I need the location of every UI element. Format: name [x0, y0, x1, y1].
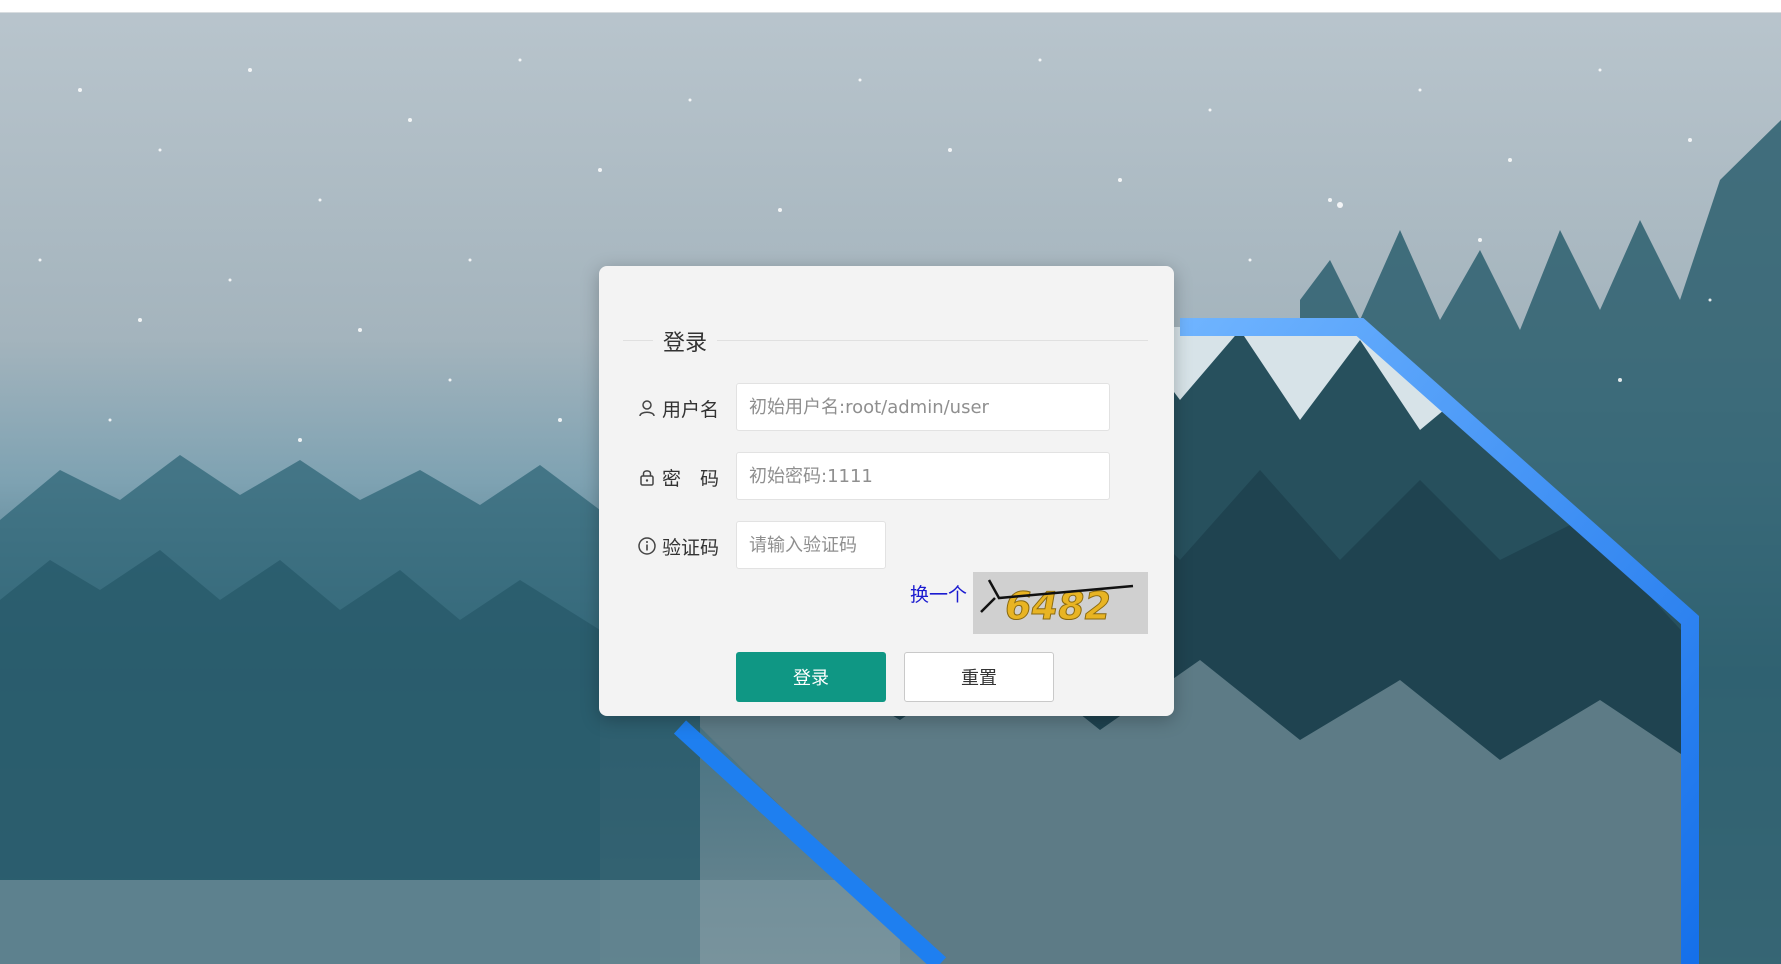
lock-icon — [637, 467, 657, 487]
captcha-row: 验证码 — [629, 521, 1149, 571]
password-label: 密 码 — [661, 467, 719, 490]
username-label-group: 用户名 — [629, 383, 719, 433]
captcha-label: 验证码 — [661, 536, 719, 559]
username-input[interactable] — [736, 383, 1110, 431]
captcha-input[interactable] — [736, 521, 886, 569]
login-page: 登录 用户名 密 码 — [0, 0, 1781, 964]
form-legend: 登录 — [623, 325, 1148, 357]
captcha-refresh-link[interactable]: 换一个 — [910, 580, 967, 607]
password-input[interactable] — [736, 452, 1110, 500]
user-icon — [637, 398, 657, 418]
login-panel: 登录 用户名 密 码 — [599, 266, 1174, 716]
captcha-text: 6482 — [1001, 584, 1115, 629]
form-title: 登录 — [653, 325, 718, 357]
username-row: 用户名 — [629, 383, 1149, 433]
captcha-label-group: 验证码 — [629, 521, 719, 571]
login-button[interactable]: 登录 — [736, 652, 886, 702]
reset-button[interactable]: 重置 — [904, 652, 1054, 702]
browser-top-strip — [0, 0, 1781, 13]
username-label: 用户名 — [661, 398, 719, 421]
password-row: 密 码 — [629, 452, 1149, 502]
password-label-group: 密 码 — [629, 452, 719, 502]
captcha-image[interactable]: 6482 — [973, 572, 1148, 634]
info-icon — [637, 536, 657, 556]
